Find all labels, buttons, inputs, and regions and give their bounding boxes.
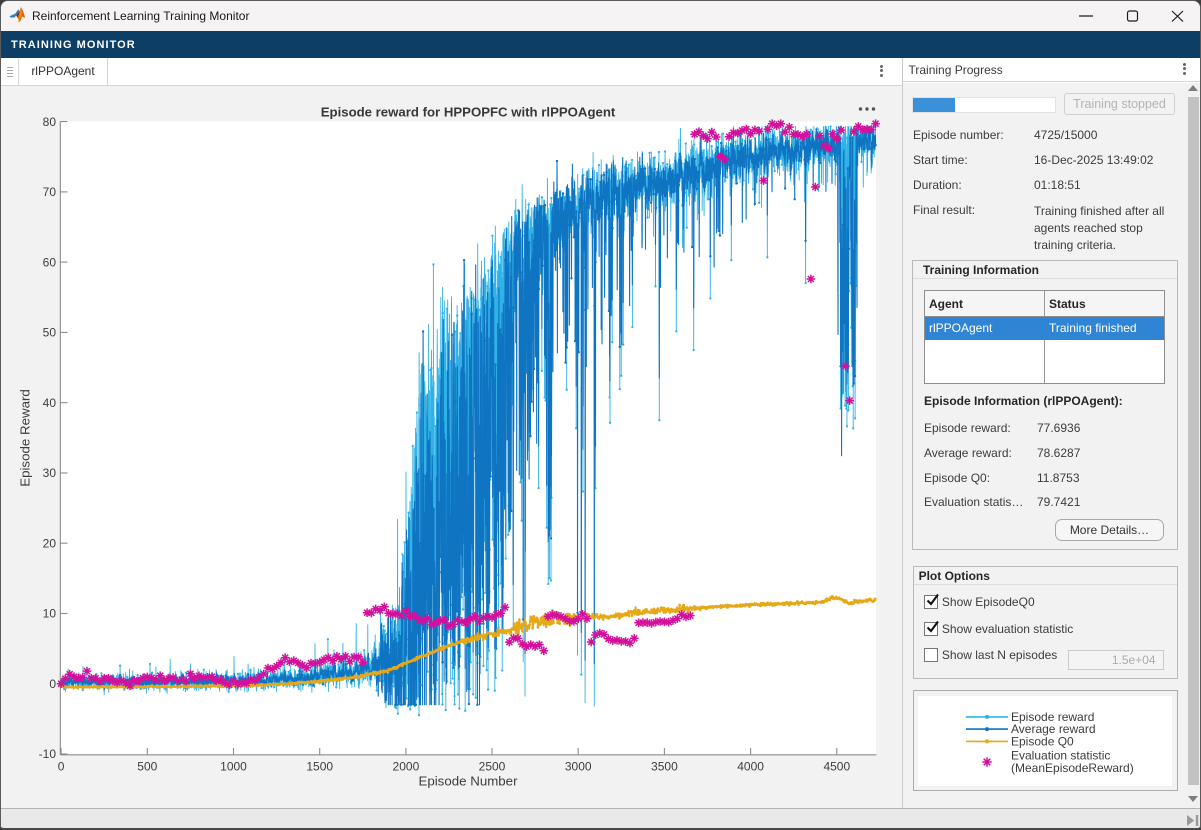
svg-text:4500: 4500 <box>823 760 850 774</box>
svg-text:500: 500 <box>137 760 157 774</box>
svg-text:Episode Q0: Episode Q0 <box>1011 734 1074 748</box>
svg-text:0: 0 <box>49 677 56 691</box>
svg-text:(MeanEpisodeReward): (MeanEpisodeReward) <box>1011 761 1134 775</box>
svg-text:Episode Reward: Episode Reward <box>18 389 33 487</box>
svg-text:50: 50 <box>43 326 57 340</box>
svg-text:2000: 2000 <box>393 760 420 774</box>
svg-text:70: 70 <box>43 185 57 199</box>
svg-text:4000: 4000 <box>737 760 764 774</box>
svg-text:10: 10 <box>43 607 57 621</box>
svg-text:20: 20 <box>43 536 57 550</box>
svg-text:Episode reward for HPPOPFC wit: Episode reward for HPPOPFC with rlPPOAge… <box>321 105 616 120</box>
svg-text:-10: -10 <box>39 747 57 761</box>
svg-text:3000: 3000 <box>565 760 592 774</box>
svg-text:80: 80 <box>43 115 57 129</box>
svg-text:40: 40 <box>43 396 57 410</box>
svg-text:30: 30 <box>43 466 57 480</box>
svg-text:1500: 1500 <box>306 760 333 774</box>
svg-text:1000: 1000 <box>220 760 247 774</box>
svg-text:3500: 3500 <box>651 760 678 774</box>
svg-text:2500: 2500 <box>479 760 506 774</box>
svg-text:60: 60 <box>43 255 57 269</box>
svg-text:Episode Number: Episode Number <box>418 774 518 789</box>
svg-text:0: 0 <box>58 760 65 774</box>
